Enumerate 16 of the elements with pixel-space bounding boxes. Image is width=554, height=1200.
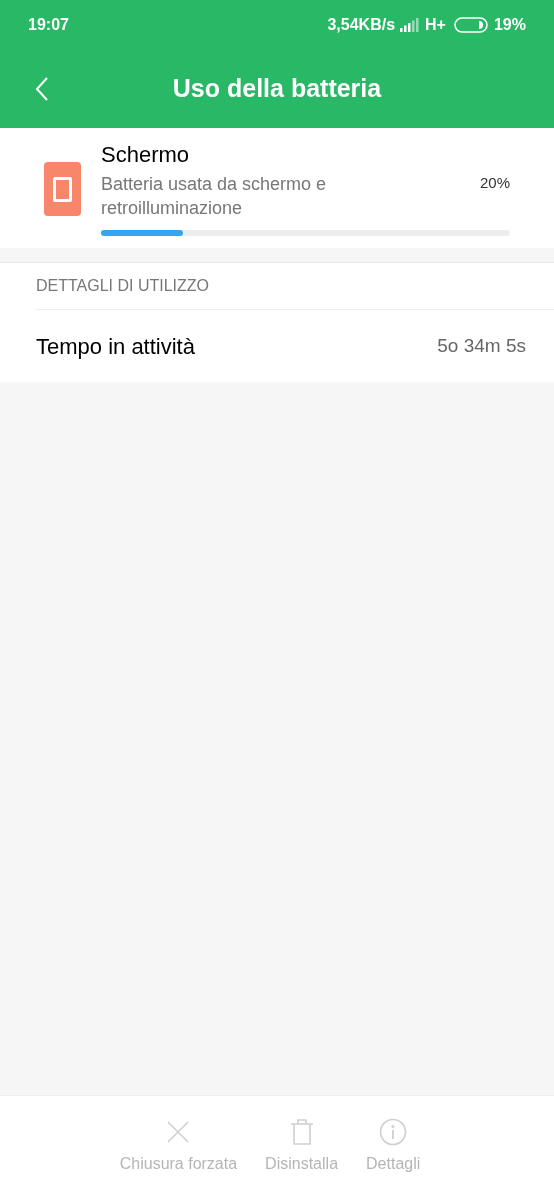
page-title: Uso della batteria: [172, 73, 382, 105]
usage-percent: 20%: [479, 173, 510, 193]
info-icon: [379, 1118, 408, 1146]
back-icon[interactable]: [34, 76, 50, 102]
app-name: Schermo: [101, 142, 191, 168]
detail-value: 5o 34m 5s: [437, 333, 526, 358]
battery-percent: 19%: [493, 15, 526, 35]
app-description: Batteria usata da schermo e retroilluminazione: [101, 173, 328, 220]
detail-label: Tempo in attività: [36, 332, 196, 361]
network-speed: 3,54KB/s: [327, 15, 396, 35]
section-heading: DETTAGLI DI UTILIZZO: [36, 263, 554, 310]
status-time: 19:07: [28, 15, 69, 35]
screen-app-icon: [44, 162, 81, 216]
signal-icon: [399, 18, 420, 32]
network-type: H+: [425, 15, 446, 35]
battery-icon: [453, 17, 488, 33]
